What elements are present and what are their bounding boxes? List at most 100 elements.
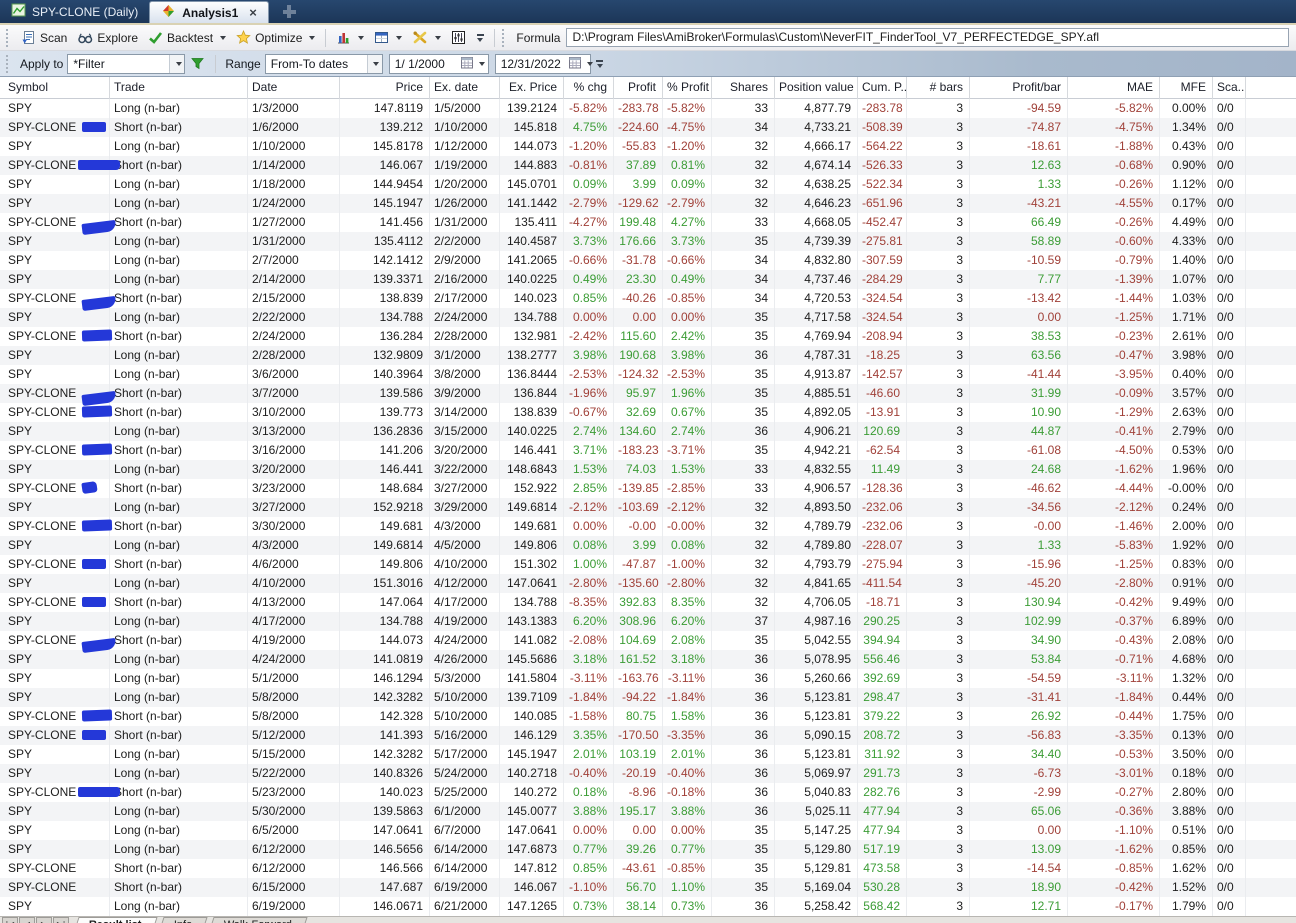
table-row[interactable]: SPY-CLONEShort (n-bar)5/8/2000142.3285/1… (0, 707, 1296, 726)
table-row[interactable]: SPYLong (n-bar)2/14/2000139.33712/16/200… (0, 270, 1296, 289)
table-row[interactable]: SPYLong (n-bar)1/10/2000145.81781/12/200… (0, 137, 1296, 156)
table-row[interactable]: SPYLong (n-bar)1/3/2000147.81191/5/20001… (0, 99, 1296, 118)
table-row[interactable]: SPY-CLONEShort (n-bar)3/23/2000148.6843/… (0, 479, 1296, 498)
table-row[interactable]: SPY-CLONEShort (n-bar)1/27/2000141.4561/… (0, 213, 1296, 232)
table-row[interactable]: SPYLong (n-bar)3/20/2000146.4413/22/2000… (0, 460, 1296, 479)
tab-walk-forward[interactable]: Walk-Forward (208, 917, 307, 923)
dropdown-button[interactable] (169, 55, 184, 73)
table-row[interactable]: SPYLong (n-bar)1/18/2000144.94541/20/200… (0, 175, 1296, 194)
table-row[interactable]: SPY-CLONEShort (n-bar)5/12/2000141.3935/… (0, 726, 1296, 745)
filter-settings-button[interactable] (185, 54, 210, 73)
column-header-ex-date[interactable]: Ex. date (430, 77, 500, 99)
table-row[interactable]: SPY-CLONEShort (n-bar)4/13/2000147.0644/… (0, 593, 1296, 612)
table-row[interactable]: SPYLong (n-bar)5/15/2000142.32825/17/200… (0, 745, 1296, 764)
column-header-price[interactable]: Price (340, 77, 430, 99)
table-row[interactable]: SPYLong (n-bar)4/24/2000141.08194/26/200… (0, 650, 1296, 669)
column-header-mae[interactable]: MAE (1068, 77, 1160, 99)
cell-symbol: SPY (0, 270, 110, 289)
tab-result-list[interactable]: Result list (73, 917, 157, 923)
table-row[interactable]: SPYLong (n-bar)6/5/2000147.06416/7/20001… (0, 821, 1296, 840)
column-header-trade[interactable]: Trade (110, 77, 248, 99)
table-row[interactable]: SPYLong (n-bar)3/13/2000136.28363/15/200… (0, 422, 1296, 441)
table-row[interactable]: SPY-CLONEShort (n-bar)3/10/2000139.7733/… (0, 403, 1296, 422)
table-row[interactable]: SPYLong (n-bar)5/1/2000146.12945/3/20001… (0, 669, 1296, 688)
table-row[interactable]: SPY-CLONEShort (n-bar)6/15/2000147.6876/… (0, 878, 1296, 897)
report-chart-button[interactable] (331, 28, 369, 47)
table-row[interactable]: SPYLong (n-bar)4/3/2000149.68144/5/20001… (0, 536, 1296, 555)
table-row[interactable]: SPYLong (n-bar)3/6/2000140.39643/8/20001… (0, 365, 1296, 384)
tab-spy-clone-daily[interactable]: SPY-CLONE (Daily) (0, 0, 149, 23)
table-row[interactable]: SPY-CLONEShort (n-bar)2/24/2000136.2842/… (0, 327, 1296, 346)
table-row[interactable]: SPYLong (n-bar)6/12/2000146.56566/14/200… (0, 840, 1296, 859)
table-row[interactable]: SPYLong (n-bar)3/27/2000152.92183/29/200… (0, 498, 1296, 517)
table-row[interactable]: SPY-CLONEShort (n-bar)5/23/2000140.0235/… (0, 783, 1296, 802)
close-tab-icon[interactable]: × (249, 6, 257, 19)
column-header-profit[interactable]: Profit (614, 77, 663, 99)
table-row[interactable]: SPYLong (n-bar)1/24/2000145.19471/26/200… (0, 194, 1296, 213)
cell-position-value: 4,877.79 (775, 99, 858, 118)
view-columns-button[interactable] (369, 28, 407, 47)
table-row[interactable]: SPYLong (n-bar)4/17/2000134.7884/19/2000… (0, 612, 1296, 631)
cell-trade: Short (n-bar) (110, 726, 248, 745)
new-tab-icon[interactable] (283, 5, 296, 18)
date-to-field[interactable]: 12/31/2022 (495, 54, 591, 74)
table-row[interactable]: SPY-CLONEShort (n-bar)2/15/2000138.8392/… (0, 289, 1296, 308)
column-header-cum-profit[interactable]: Cum. P... (858, 77, 907, 99)
table-row[interactable]: SPY-CLONEShort (n-bar)6/12/2000146.5666/… (0, 859, 1296, 878)
table-row[interactable]: SPYLong (n-bar)5/8/2000142.32825/10/2000… (0, 688, 1296, 707)
tab-info[interactable]: Info (158, 917, 208, 923)
column-header-profit-per-bar[interactable]: Profit/bar (970, 77, 1068, 99)
column-header-shares[interactable]: Shares (712, 77, 775, 99)
cell-shares: 35 (712, 631, 775, 650)
column-header-ex-price[interactable]: Ex. Price (500, 77, 564, 99)
table-row[interactable]: SPY-CLONEShort (n-bar)3/7/2000139.5863/9… (0, 384, 1296, 403)
table-row[interactable]: SPYLong (n-bar)6/19/2000146.06716/21/200… (0, 897, 1296, 916)
cell-ex-date: 4/24/2000 (430, 631, 500, 650)
table-row[interactable]: SPYLong (n-bar)5/30/2000139.58636/1/2000… (0, 802, 1296, 821)
tools-button[interactable] (407, 28, 446, 47)
apply-to-select[interactable]: *Filter (67, 54, 185, 74)
formula-path-field[interactable]: D:\Program Files\AmiBroker\Formulas\Cust… (566, 28, 1289, 47)
cell-symbol: SPY (0, 669, 110, 688)
column-header-bars[interactable]: # bars (907, 77, 970, 99)
column-header-scale[interactable]: Sca... (1213, 77, 1246, 99)
column-header-mfe[interactable]: MFE (1160, 77, 1213, 99)
column-header-pct-profit[interactable]: % Profit (663, 77, 712, 99)
table-row[interactable]: SPY-CLONEShort (n-bar)3/30/2000149.6814/… (0, 517, 1296, 536)
column-header-position-value[interactable]: Position value (775, 77, 858, 99)
toolbar-grip[interactable] (6, 55, 12, 73)
toolbar-grip[interactable] (502, 29, 508, 47)
column-header-symbol[interactable]: Symbol (0, 77, 110, 99)
table-row[interactable]: SPYLong (n-bar)1/31/2000135.41122/2/2000… (0, 232, 1296, 251)
table-row[interactable]: SPY-CLONEShort (n-bar)4/19/2000144.0734/… (0, 631, 1296, 650)
table-row[interactable]: SPY-CLONEShort (n-bar)4/6/2000149.8064/1… (0, 555, 1296, 574)
optimize-button[interactable]: Optimize (231, 28, 320, 47)
date-from-field[interactable]: 1/ 1/2000 (389, 54, 489, 74)
toolbar-overflow-button[interactable] (594, 60, 606, 68)
cell-profit-per-bar: -61.08 (970, 441, 1068, 460)
table-row[interactable]: SPY-CLONEShort (n-bar)1/14/2000146.0671/… (0, 156, 1296, 175)
table-row[interactable]: SPYLong (n-bar)2/22/2000134.7882/24/2000… (0, 308, 1296, 327)
table-row[interactable]: SPY-CLONEShort (n-bar)3/16/2000141.2063/… (0, 441, 1296, 460)
explore-button[interactable]: Explore (72, 28, 143, 47)
first-page-button[interactable]: |◀ (2, 917, 18, 923)
backtest-button[interactable]: Backtest (143, 28, 231, 47)
table-row[interactable]: SPYLong (n-bar)4/10/2000151.30164/12/200… (0, 574, 1296, 593)
tab-analysis1[interactable]: Analysis1 × (149, 1, 269, 23)
table-row[interactable]: SPYLong (n-bar)2/28/2000132.98093/1/2000… (0, 346, 1296, 365)
next-page-button[interactable]: ▶ (36, 917, 52, 923)
table-row[interactable]: SPYLong (n-bar)5/22/2000140.83265/24/200… (0, 764, 1296, 783)
dropdown-button[interactable] (367, 55, 382, 73)
settings-button[interactable] (446, 28, 471, 47)
prev-page-button[interactable]: ◀ (19, 917, 35, 923)
column-header-date[interactable]: Date (248, 77, 340, 99)
table-row[interactable]: SPYLong (n-bar)2/7/2000142.14122/9/20001… (0, 251, 1296, 270)
toolbar-overflow-button[interactable] (474, 34, 486, 42)
column-header-pct-chg[interactable]: % chg (564, 77, 614, 99)
last-page-button[interactable]: ▶| (53, 917, 69, 923)
toolbar-grip[interactable] (6, 29, 12, 47)
scan-button[interactable]: Scan (16, 28, 72, 47)
range-select[interactable]: From-To dates (265, 54, 383, 74)
cell-symbol: SPY (0, 821, 110, 840)
table-row[interactable]: SPY-CLONEShort (n-bar)1/6/2000139.2121/1… (0, 118, 1296, 137)
